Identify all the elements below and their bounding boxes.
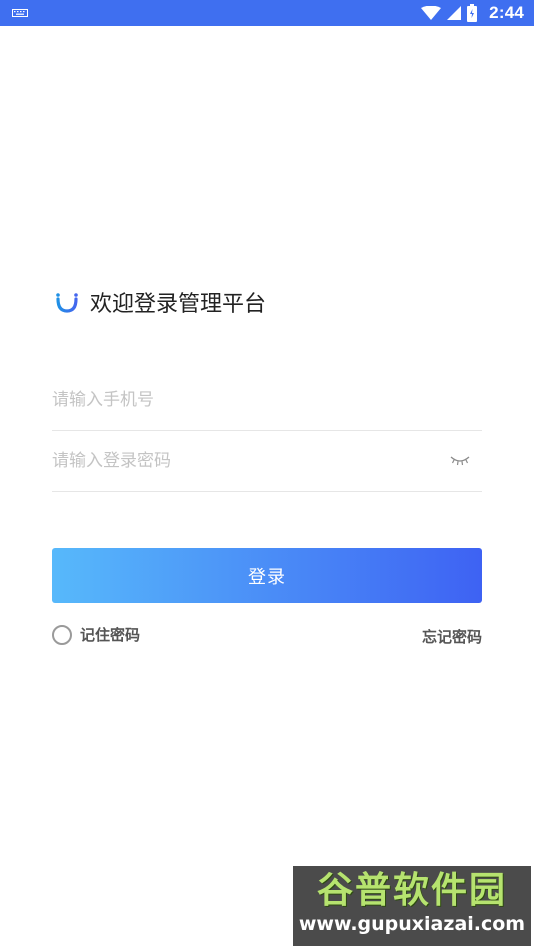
wifi-icon	[421, 6, 442, 20]
login-header: 欢迎登录管理平台	[54, 286, 266, 318]
keyboard-icon	[12, 9, 28, 17]
status-time: 2:44	[489, 3, 524, 22]
signal-icon	[447, 6, 462, 20]
login-button[interactable]: 登录	[52, 548, 482, 603]
remember-password-toggle[interactable]: 记住密码	[52, 624, 140, 645]
forgot-password-link[interactable]: 忘记密码	[422, 626, 482, 647]
status-bar: 2:44	[0, 0, 534, 26]
password-input[interactable]	[52, 431, 412, 491]
page-title: 欢迎登录管理平台	[90, 292, 267, 317]
password-field-container	[52, 431, 482, 492]
phone-field-container	[52, 370, 482, 431]
watermark: 谷普软件园 www.gupuxiazai.com	[293, 866, 531, 946]
watermark-text: 谷普软件园	[316, 870, 507, 911]
status-icons: 2:44	[421, 0, 524, 26]
smile-logo-icon	[56, 293, 78, 313]
remember-radio[interactable]	[52, 624, 72, 645]
battery-icon	[467, 4, 478, 22]
watermark-url: www.gupuxiazai.com	[298, 913, 526, 935]
eye-closed-icon[interactable]	[450, 455, 470, 467]
remember-password-label: 记住密码	[80, 626, 141, 644]
phone-input[interactable]	[52, 370, 412, 430]
